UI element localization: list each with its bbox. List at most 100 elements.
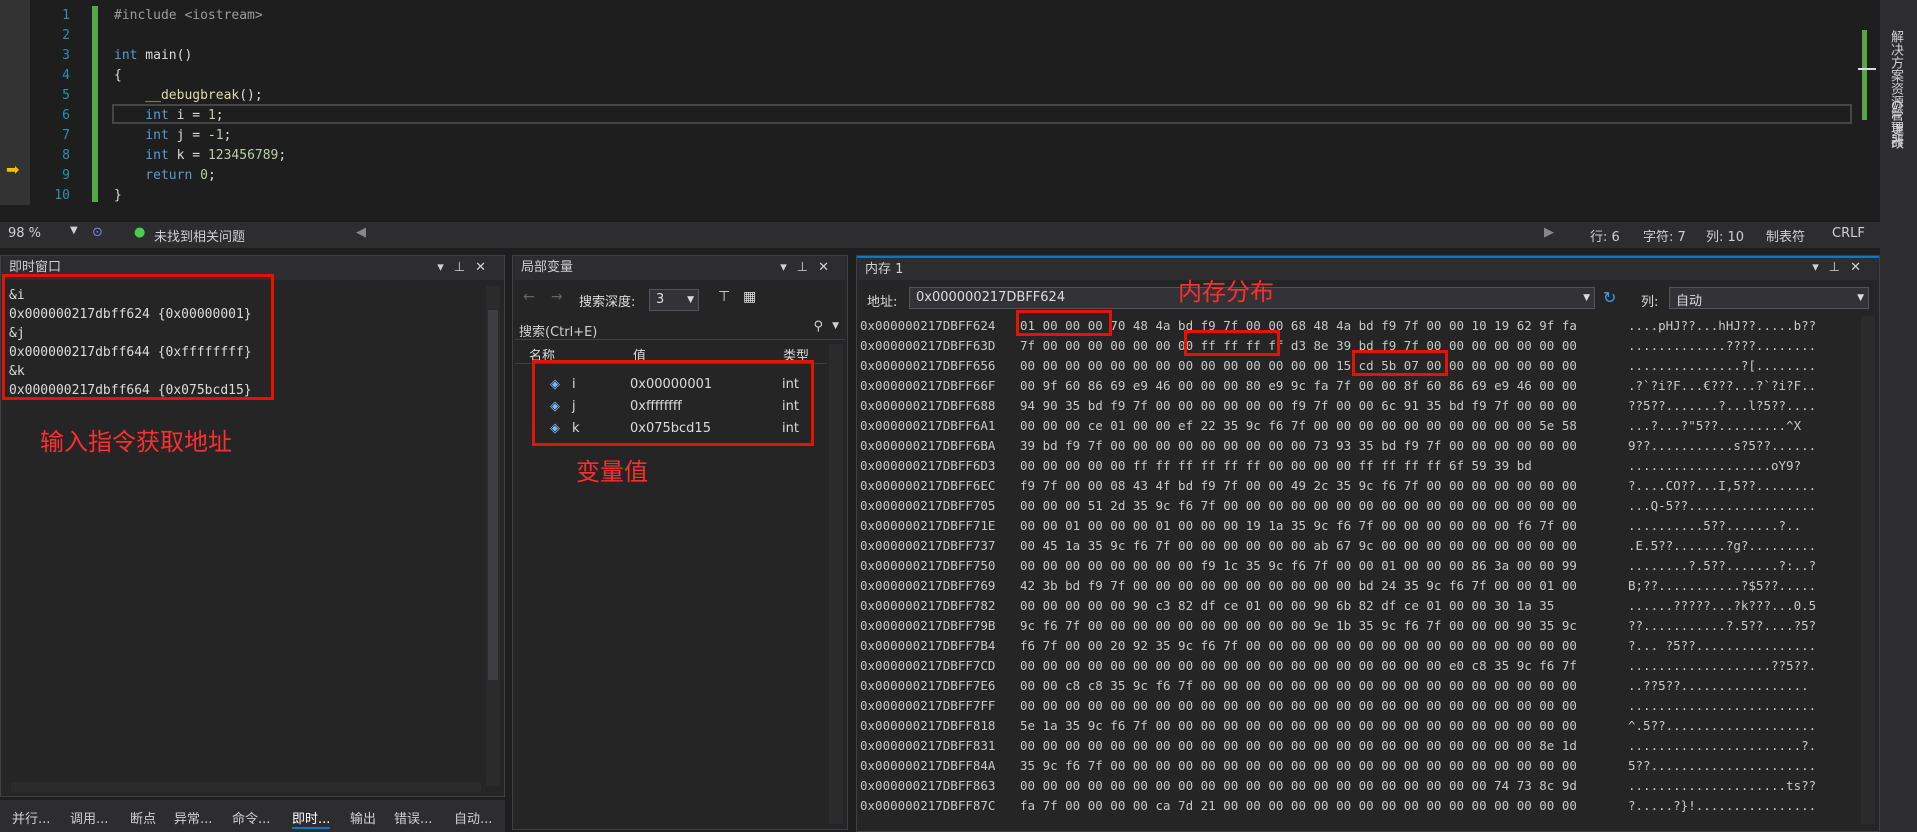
scroll-right-icon[interactable]: ▶ bbox=[1544, 225, 1554, 240]
eol-indicator[interactable]: CRLF bbox=[1832, 226, 1865, 241]
search-options-icon[interactable]: ▼ bbox=[832, 321, 839, 331]
bottom-tab[interactable]: 异常... bbox=[174, 808, 212, 827]
memory-row[interactable]: 0x000000217DBFF7E6 00 00 c8 c8 35 9c f6 7… bbox=[860, 676, 1860, 696]
memory-bytes: 9c f6 7f 00 00 00 00 00 00 00 00 00 00 9… bbox=[1020, 618, 1577, 633]
immediate-hscrollbar[interactable] bbox=[11, 782, 481, 792]
col-indicator[interactable]: 列: 10 bbox=[1706, 226, 1744, 245]
line-number: 9 bbox=[62, 168, 70, 183]
memory-row[interactable]: 0x000000217DBFF7CD 00 00 00 00 00 00 00 0… bbox=[860, 656, 1860, 676]
locals-row[interactable]: ◈ i 0x00000001 int bbox=[530, 374, 832, 396]
code-editor[interactable]: 1 2 3 4 5 6 7 8 9 10 #include <iostream> int main(… bbox=[0, 0, 1880, 222]
bottom-tab[interactable]: 自动... bbox=[454, 808, 492, 827]
mem-highlight-j bbox=[1184, 330, 1280, 356]
locals-row[interactable]: ◈ j 0xffffffff int bbox=[530, 396, 832, 418]
char-indicator[interactable]: 字符: 7 bbox=[1643, 226, 1686, 245]
line-number: 1 bbox=[62, 8, 70, 23]
code-line[interactable]: return 0; bbox=[114, 166, 215, 186]
code-token: ; bbox=[278, 148, 287, 163]
code-line[interactable]: #include <iostream> bbox=[114, 6, 263, 26]
address-dropdown-icon[interactable]: ▼ bbox=[1583, 293, 1590, 303]
code-line[interactable]: int main() bbox=[114, 46, 192, 66]
code-token: int bbox=[114, 108, 169, 123]
memory-row[interactable]: 0x000000217DBFF782 00 00 00 00 00 90 c3 8… bbox=[860, 596, 1860, 616]
memory-row[interactable]: 0x000000217DBFF750 00 00 00 00 00 00 00 0… bbox=[860, 556, 1860, 576]
bottom-tab[interactable]: 命令... bbox=[232, 808, 270, 827]
memory-row[interactable]: 0x000000217DBFF84A 35 9c f6 7f 00 00 00 0… bbox=[860, 756, 1860, 776]
bottom-tab[interactable]: 错误... bbox=[394, 808, 432, 827]
memory-row[interactable]: 0x000000217DBFF87C fa 7f 00 00 00 00 ca 7… bbox=[860, 796, 1860, 816]
var-type: int bbox=[782, 421, 799, 436]
memory-scrollbar[interactable] bbox=[1861, 316, 1875, 824]
code-line[interactable]: int j = -1; bbox=[114, 126, 231, 146]
column-select[interactable]: 自动 ▼ bbox=[1669, 287, 1869, 309]
depth-select[interactable]: 3 ▼ bbox=[649, 289, 699, 311]
zoom-level[interactable]: 98 % bbox=[8, 226, 41, 241]
code-line[interactable]: int k = 123456789; bbox=[114, 146, 286, 166]
memory-row[interactable]: 0x000000217DBFF66F 00 9f 60 86 69 e9 46 0… bbox=[860, 376, 1860, 396]
memory-row[interactable]: 0x000000217DBFF7B4 f6 7f 00 00 20 92 35 9… bbox=[860, 636, 1860, 656]
address-highlight-box bbox=[2, 274, 274, 400]
address-value: 0x000000217DBFF624 bbox=[916, 290, 1066, 305]
memory-row[interactable]: 0x000000217DBFF6A1 00 00 00 ce 01 00 00 e… bbox=[860, 416, 1860, 436]
bottom-tab[interactable]: 断点 bbox=[130, 808, 156, 827]
line-indicator[interactable]: 行: 6 bbox=[1590, 226, 1620, 245]
pin-icon[interactable]: ⊤ bbox=[718, 289, 730, 305]
back-arrow-icon[interactable]: ← bbox=[523, 289, 535, 305]
memory-row[interactable]: 0x000000217DBFF831 00 00 00 00 00 00 00 0… bbox=[860, 736, 1860, 756]
var-name: k bbox=[572, 421, 580, 436]
memory-row[interactable]: 0x000000217DBFF737 00 45 1a 35 9c f6 7f 0… bbox=[860, 536, 1860, 556]
git-changes-tab[interactable]: Git 更改 bbox=[1886, 100, 1905, 149]
memory-bytes: 00 00 00 ce 01 00 00 ef 22 35 9c f6 7f 0… bbox=[1020, 418, 1577, 433]
editor-scrollbar[interactable] bbox=[1856, 0, 1878, 222]
editor-status-bar: 98 % ▼ ⊙ ● 未找到相关问题 ◀ ▶ 行: 6 字符: 7 列: 10 … bbox=[0, 222, 1880, 248]
immediate-scroll-thumb[interactable] bbox=[488, 310, 498, 680]
memory-row[interactable]: 0x000000217DBFF769 42 3b bd f9 7f 00 00 0… bbox=[860, 576, 1860, 596]
var-value[interactable]: 0x00000001 bbox=[630, 374, 712, 396]
memory-bytes: 00 9f 60 86 69 e9 46 00 00 00 80 e9 9c f… bbox=[1020, 378, 1577, 393]
immediate-window-controls[interactable]: ▾⊥✕ bbox=[437, 256, 496, 280]
code-line[interactable]: int i = 1; bbox=[114, 106, 223, 126]
visual-studio-window: 1 2 3 4 5 6 7 8 9 10 #include <iostream> int main(… bbox=[0, 0, 1917, 832]
zoom-dropdown-icon[interactable]: ▼ bbox=[70, 225, 78, 236]
var-value[interactable]: 0x075bcd15 bbox=[630, 418, 711, 440]
var-value[interactable]: 0xffffffff bbox=[630, 396, 682, 418]
bottom-tab[interactable]: 并行... bbox=[12, 808, 50, 827]
memory-row[interactable]: 0x000000217DBFF79B 9c f6 7f 00 00 00 00 0… bbox=[860, 616, 1860, 636]
locals-search-box[interactable]: 搜索(Ctrl+E) ⚲ ▼ bbox=[515, 318, 845, 340]
memory-row[interactable]: 0x000000217DBFF7FF 00 00 00 00 00 00 00 0… bbox=[860, 696, 1860, 716]
memory-row[interactable]: 0x000000217DBFF6D3 00 00 00 00 00 ff ff f… bbox=[860, 456, 1860, 476]
bottom-tab[interactable]: 即时... bbox=[292, 808, 331, 829]
intellicode-icon[interactable]: ⊙ bbox=[92, 225, 103, 240]
refresh-icon[interactable]: ↻ bbox=[1603, 288, 1616, 307]
memory-row[interactable]: 0x000000217DBFF624 01 00 00 00 70 48 4a b… bbox=[860, 316, 1860, 336]
search-icon[interactable]: ⚲ bbox=[813, 319, 823, 334]
memory-row[interactable]: 0x000000217DBFF6EC f9 7f 00 00 08 43 4f b… bbox=[860, 476, 1860, 496]
immediate-scrollbar[interactable] bbox=[486, 286, 500, 786]
memory-ascii: ....pHJ??...hHJ??.....b?? bbox=[1628, 318, 1817, 333]
memory-row[interactable]: 0x000000217DBFF6BA 39 bd f9 7f 00 00 00 0… bbox=[860, 436, 1860, 456]
tabs-indicator[interactable]: 制表符 bbox=[1766, 226, 1805, 245]
memory-ascii: ...................??5??. bbox=[1628, 658, 1817, 673]
line-number: 10 bbox=[54, 188, 70, 203]
code-line[interactable]: __debugbreak(); bbox=[114, 86, 262, 106]
format-icon[interactable]: ▦ bbox=[743, 289, 756, 305]
column-dropdown-icon: ▼ bbox=[1857, 293, 1864, 303]
locals-window-controls[interactable]: ▾⊥✕ bbox=[780, 256, 839, 280]
bottom-tab[interactable]: 输出 bbox=[350, 808, 376, 827]
memory-row[interactable]: 0x000000217DBFF863 00 00 00 00 00 00 00 0… bbox=[860, 776, 1860, 796]
code-line[interactable]: } bbox=[114, 186, 122, 206]
forward-arrow-icon[interactable]: → bbox=[551, 289, 563, 305]
memory-ascii: ??...........?.5??....?5? bbox=[1628, 618, 1817, 633]
code-token: #include <iostream> bbox=[114, 8, 263, 23]
issues-status[interactable]: 未找到相关问题 bbox=[154, 226, 245, 245]
locals-row[interactable]: ◈ k 0x075bcd15 int bbox=[530, 418, 832, 440]
scroll-left-icon[interactable]: ◀ bbox=[356, 225, 366, 240]
memory-row[interactable]: 0x000000217DBFF818 5e 1a 35 9c f6 7f 00 0… bbox=[860, 716, 1860, 736]
bottom-tab[interactable]: 调用... bbox=[70, 808, 108, 827]
memory-row[interactable]: 0x000000217DBFF688 94 90 35 bd f9 7f 00 0… bbox=[860, 396, 1860, 416]
memory-row[interactable]: 0x000000217DBFF705 00 00 00 51 2d 35 9c f… bbox=[860, 496, 1860, 516]
memory-window-controls[interactable]: ▾⊥✕ bbox=[1812, 256, 1871, 280]
code-line[interactable]: { bbox=[114, 66, 122, 86]
memory-row[interactable]: 0x000000217DBFF71E 00 00 01 00 00 00 01 0… bbox=[860, 516, 1860, 536]
